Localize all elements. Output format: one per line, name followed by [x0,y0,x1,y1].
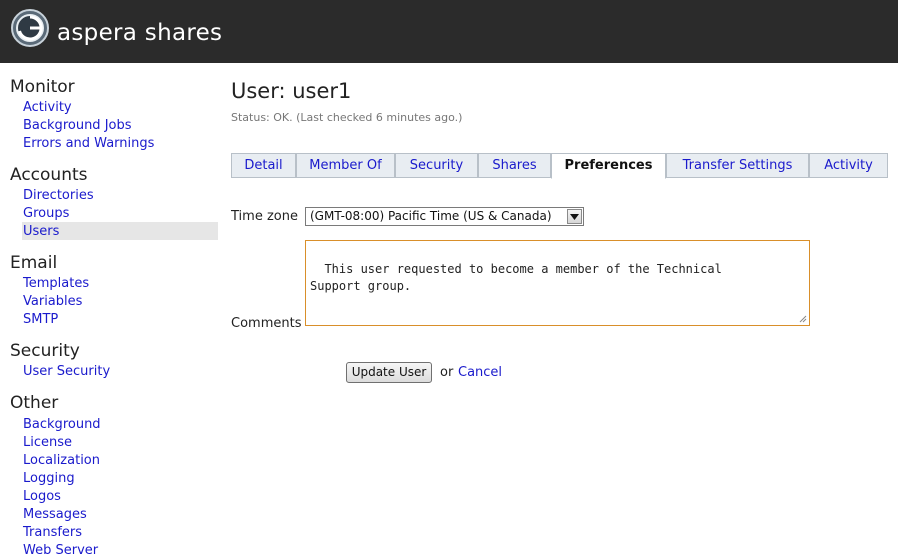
sidebar-item-background[interactable]: Background [23,417,101,432]
sidebar-item-directories[interactable]: Directories [23,188,94,203]
sidebar-item-messages[interactable]: Messages [23,507,87,522]
timezone-select[interactable]: (GMT-08:00) Pacific Time (US & Canada) [305,207,584,226]
update-user-button[interactable]: Update User [346,362,432,383]
sidebar-heading-security: Security [10,341,80,361]
status-text: Status: OK. (Last checked 6 minutes ago.… [231,111,463,124]
comments-label: Comments [231,316,302,331]
tab-detail[interactable]: Detail [231,153,296,178]
sidebar-item-users[interactable]: Users [23,224,59,239]
tab-security[interactable]: Security [395,153,478,178]
sidebar-item-activity[interactable]: Activity [23,100,72,115]
timezone-selected-value: (GMT-08:00) Pacific Time (US & Canada) [310,209,552,223]
app-header: aspera shares [0,0,898,63]
sidebar-item-background-jobs[interactable]: Background Jobs [23,118,132,133]
sidebar-item-groups[interactable]: Groups [23,206,69,221]
tab-preferences[interactable]: Preferences [551,153,666,179]
sidebar-item-transfers[interactable]: Transfers [23,525,82,540]
sidebar-item-user-security[interactable]: User Security [23,364,110,379]
tab-transfer-settings[interactable]: Transfer Settings [666,153,809,178]
or-text: or [440,365,454,380]
sidebar-item-logging[interactable]: Logging [23,471,75,486]
tab-activity[interactable]: Activity [809,153,888,178]
chevron-down-icon[interactable] [567,209,582,224]
sidebar-item-errors-and-warnings[interactable]: Errors and Warnings [23,136,154,151]
brand-name: aspera shares [57,20,223,46]
sidebar-item-variables[interactable]: Variables [23,294,82,309]
sidebar-heading-monitor: Monitor [10,77,75,97]
tab-shares[interactable]: Shares [478,153,551,178]
sidebar-item-web-server[interactable]: Web Server [23,543,98,558]
sidebar-heading-accounts: Accounts [10,165,88,185]
cancel-link[interactable]: Cancel [458,365,502,380]
sidebar-heading-other: Other [10,393,59,413]
sidebar-item-localization[interactable]: Localization [23,453,100,468]
tab-member-of[interactable]: Member Of [296,153,395,178]
sidebar-heading-email: Email [10,253,58,273]
sidebar-item-license[interactable]: License [23,435,72,450]
aspera-logo-icon[interactable] [10,8,50,48]
page-title: User: user1 [231,79,352,103]
comments-textarea[interactable]: This user requested to become a member o… [305,240,810,326]
sidebar-item-templates[interactable]: Templates [23,276,89,291]
sidebar-item-smtp[interactable]: SMTP [23,312,58,327]
resize-grip-icon[interactable] [799,315,807,323]
timezone-label: Time zone [231,209,298,224]
sidebar-item-logos[interactable]: Logos [23,489,61,504]
comments-text: This user requested to become a member o… [310,262,722,293]
